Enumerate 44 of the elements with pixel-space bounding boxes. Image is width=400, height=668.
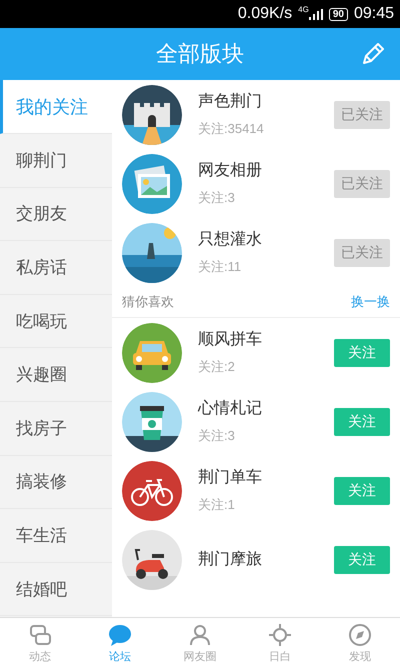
network-type: 4G: [298, 5, 309, 14]
tab-label: 动态: [29, 648, 51, 664]
clock: 09:45: [354, 5, 394, 23]
sidebar-item[interactable]: 吃喝玩: [0, 294, 112, 348]
chat-icon: [28, 622, 52, 646]
compass-icon: [348, 622, 372, 646]
castle-icon: [122, 84, 182, 144]
people-icon: [188, 622, 212, 646]
sidebar-item[interactable]: 搞装修: [0, 456, 112, 510]
signal-icon: [308, 8, 323, 20]
board-name[interactable]: 只想灌水: [198, 229, 334, 250]
sidebar-item[interactable]: 车生活: [0, 509, 112, 563]
tab-label: 发现: [349, 648, 371, 664]
sidebar-item[interactable]: 私房话: [0, 241, 112, 295]
edit-icon[interactable]: [360, 41, 386, 67]
follower-count: 关注:11: [198, 258, 242, 276]
car-icon: [122, 322, 182, 382]
board-name[interactable]: 荆门摩旅: [198, 549, 334, 570]
page-title: 全部版块: [156, 41, 244, 69]
sidebar-item[interactable]: 交朋友: [0, 188, 112, 242]
board-name[interactable]: 荆门单车: [198, 467, 334, 488]
board-name[interactable]: 顺风拼车: [198, 329, 334, 350]
board-name[interactable]: 网友相册: [198, 160, 334, 181]
sidebar-item[interactable]: 结婚吧: [0, 562, 112, 616]
follower-count: 关注:2: [198, 358, 236, 376]
board-name[interactable]: 声色荆门: [198, 91, 334, 112]
bicycle-icon: [122, 460, 182, 520]
follower-count: 关注:3: [198, 189, 236, 207]
follower-count: 关注:3: [198, 427, 236, 445]
tab-label: 论坛: [109, 648, 131, 664]
sidebar-item[interactable]: 兴趣圈: [0, 348, 112, 402]
sidebar-item[interactable]: 找房子: [0, 402, 112, 456]
photos-icon: [122, 154, 182, 214]
follower-count: 关注:1: [198, 496, 236, 514]
section-title: 猜你喜欢: [122, 294, 174, 311]
network-speed: 0.09K/s: [238, 5, 292, 23]
tab-label: 日白: [269, 648, 291, 664]
sidebar-item[interactable]: 聊荆门: [0, 134, 112, 188]
cup-icon: [122, 392, 182, 452]
battery-level: 90: [328, 8, 348, 20]
chat-bubble-icon: [108, 622, 132, 646]
tab-label: 网友圈: [184, 648, 216, 664]
board-name[interactable]: 心情札记: [198, 398, 334, 419]
follower-count: 关注:35414: [198, 120, 265, 138]
